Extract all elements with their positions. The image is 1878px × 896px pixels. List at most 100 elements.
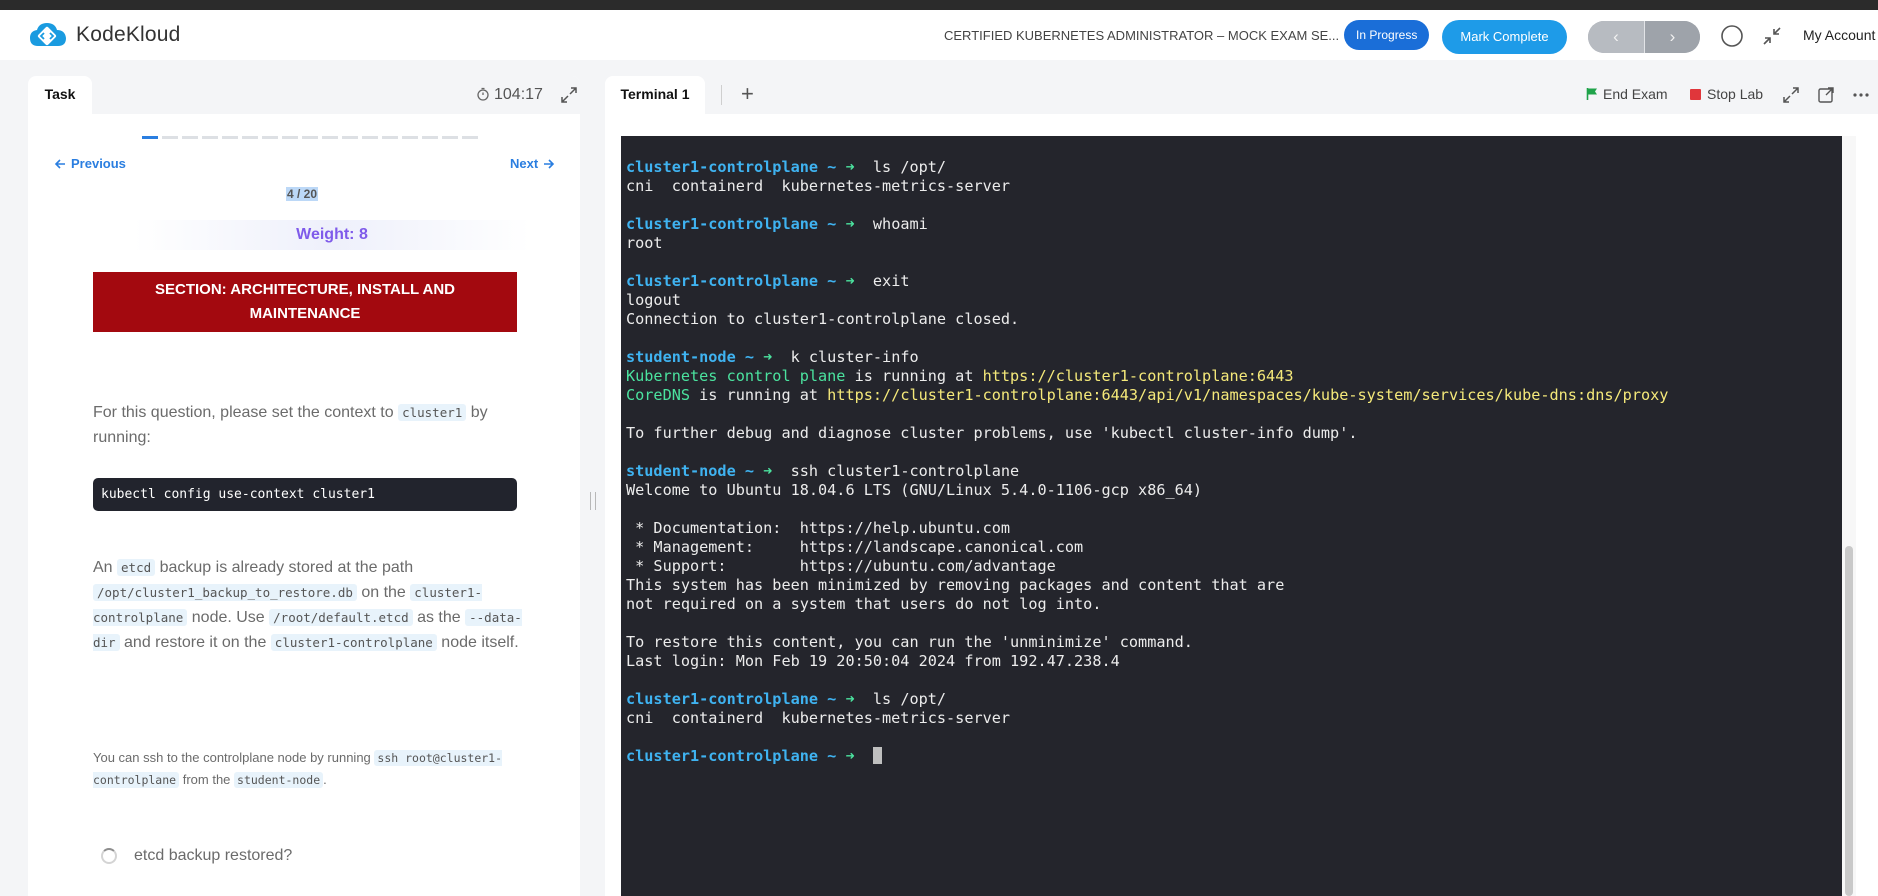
terminal-line: not required on a system that users do n… xyxy=(626,595,1668,614)
text: node itself. xyxy=(441,634,519,651)
service-name: CoreDNS xyxy=(626,386,691,404)
previous-question-link[interactable]: Previous xyxy=(54,156,126,171)
prompt-arrow: ➜ xyxy=(845,690,873,708)
context-instruction: For this question, please set the contex… xyxy=(93,400,533,450)
tab-task[interactable]: Task xyxy=(28,76,92,114)
output-text: is running at xyxy=(690,386,828,404)
flag-icon xyxy=(1586,88,1597,100)
prompt-host: cluster1-controlplane xyxy=(626,747,819,765)
output-text: is running at xyxy=(845,367,983,385)
next-label: Next xyxy=(510,156,539,171)
output-text: Connection to cluster1-controlplane clos… xyxy=(626,310,1020,328)
my-account-menu[interactable]: My Account xyxy=(1803,27,1875,43)
progress-dash xyxy=(302,136,318,139)
progress-dash xyxy=(202,136,218,139)
inline-code: cluster1-controlplane xyxy=(270,634,437,651)
inline-code: /opt/cluster1_backup_to_restore.db xyxy=(93,584,357,601)
context-command-block[interactable]: kubectl config use-context cluster1 xyxy=(93,478,517,511)
question-progress xyxy=(142,136,482,139)
terminal-tabbar: Terminal 1 + End Exam Stop Lab xyxy=(605,76,1878,114)
output-text: not required on a system that users do n… xyxy=(626,595,1102,613)
inline-code: /root/default.etcd xyxy=(269,609,413,626)
terminal-line: cluster1-controlplane ~ ➜ xyxy=(626,747,1668,766)
terminal-line: logout xyxy=(626,291,1668,310)
progress-dash xyxy=(362,136,378,139)
prompt-path: ~ xyxy=(735,348,764,366)
ssh-hint: You can ssh to the controlplane node by … xyxy=(93,747,533,791)
progress-dash xyxy=(142,136,158,139)
task-description: An etcd backup is already stored at the … xyxy=(93,555,533,655)
expand-icon[interactable] xyxy=(1782,86,1800,104)
text: on the xyxy=(361,584,406,601)
terminal-scrollbar-thumb[interactable] xyxy=(1845,546,1853,896)
terminal-screen[interactable]: cluster1-controlplane ~ ➜ ls /opt/cni co… xyxy=(621,136,1842,896)
dark-mode-icon[interactable] xyxy=(1720,24,1744,48)
service-url: https://cluster1-controlplane:6443/api/v… xyxy=(827,386,1669,404)
terminal-line: cni containerd kubernetes-metrics-server xyxy=(626,177,1668,196)
kodekloud-cloud-icon xyxy=(30,23,66,46)
check-item: etcd backup restored? xyxy=(101,847,292,865)
more-options-icon[interactable] xyxy=(1852,86,1870,104)
terminal-line: * Support: https://ubuntu.com/advantage xyxy=(626,557,1668,576)
terminal-line: Last login: Mon Feb 19 20:50:04 2024 fro… xyxy=(626,652,1668,671)
prompt-arrow: ➜ xyxy=(845,272,873,290)
service-name: Kubernetes control plane xyxy=(626,367,846,385)
inline-code: etcd xyxy=(117,559,156,576)
output-text: This system has been minimized by removi… xyxy=(626,576,1285,594)
brand-name: KodeKloud xyxy=(76,23,181,46)
output-text: cni containerd kubernetes-metrics-server xyxy=(626,177,1011,195)
stop-icon xyxy=(1690,88,1701,100)
inline-code: student-node xyxy=(234,772,324,788)
text: and restore it on the xyxy=(124,634,267,651)
progress-dash xyxy=(462,136,478,139)
tab-terminal-1[interactable]: Terminal 1 xyxy=(605,76,705,114)
panel-resize-handle[interactable] xyxy=(590,492,596,510)
collapse-icon[interactable] xyxy=(1760,24,1784,48)
text: from the xyxy=(182,772,231,787)
check-label: etcd backup restored? xyxy=(134,847,293,864)
inline-code: cluster1 xyxy=(398,404,467,421)
kodekloud-logo[interactable]: KodeKloud xyxy=(28,19,181,51)
prev-lesson-button[interactable]: ‹ xyxy=(1588,21,1644,53)
terminal-line: To further debug and diagnose cluster pr… xyxy=(626,424,1668,443)
output-text: * Support: https://ubuntu.com/advantage xyxy=(626,557,1056,575)
progress-dash xyxy=(282,136,298,139)
progress-dash xyxy=(422,136,438,139)
section-title-line2: MAINTENANCE xyxy=(249,305,361,322)
terminal-output: cluster1-controlplane ~ ➜ ls /opt/cni co… xyxy=(626,158,1668,766)
command-text: ssh cluster1-controlplane xyxy=(790,462,1020,480)
stop-lab-label: Stop Lab xyxy=(1707,86,1764,102)
terminal-line: Welcome to Ubuntu 18.04.6 LTS (GNU/Linux… xyxy=(626,481,1668,500)
app-header: KodeKloud CERTIFIED KUBERNETES ADMINISTR… xyxy=(0,10,1878,60)
open-in-new-window-icon[interactable] xyxy=(1817,86,1835,104)
add-terminal-tab-button[interactable]: + xyxy=(741,81,754,107)
terminal-line: cluster1-controlplane ~ ➜ ls /opt/ xyxy=(626,690,1668,709)
end-exam-label: End Exam xyxy=(1603,86,1668,102)
terminal-line: This system has been minimized by removi… xyxy=(626,576,1668,595)
output-text: cni containerd kubernetes-metrics-server xyxy=(626,709,1011,727)
section-title-line1: SECTION: ARCHITECTURE, INSTALL AND xyxy=(155,281,455,298)
prompt-arrow: ➜ xyxy=(845,747,873,765)
end-exam-button[interactable]: End Exam xyxy=(1586,86,1668,102)
progress-dash xyxy=(222,136,238,139)
arrow-right-icon xyxy=(544,158,555,169)
progress-dash xyxy=(242,136,258,139)
next-lesson-button[interactable]: › xyxy=(1644,21,1700,53)
output-text: Welcome to Ubuntu 18.04.6 LTS (GNU/Linux… xyxy=(626,481,1203,499)
output-text: Last login: Mon Feb 19 20:50:04 2024 fro… xyxy=(626,652,1120,670)
progress-dash xyxy=(342,136,358,139)
next-question-link[interactable]: Next xyxy=(510,156,555,171)
expand-icon[interactable] xyxy=(560,86,578,104)
mark-complete-button[interactable]: Mark Complete xyxy=(1442,20,1567,54)
lesson-nav: ‹ › xyxy=(1588,21,1700,53)
terminal-line: student-node ~ ➜ ssh cluster1-controlpla… xyxy=(626,462,1668,481)
question-counter: 4 / 20 xyxy=(286,187,319,201)
prompt-arrow: ➜ xyxy=(763,462,791,480)
terminal-line: To restore this content, you can run the… xyxy=(626,633,1668,652)
stop-lab-button[interactable]: Stop Lab xyxy=(1690,86,1763,102)
text: You can ssh to the controlplane node by … xyxy=(93,750,371,765)
